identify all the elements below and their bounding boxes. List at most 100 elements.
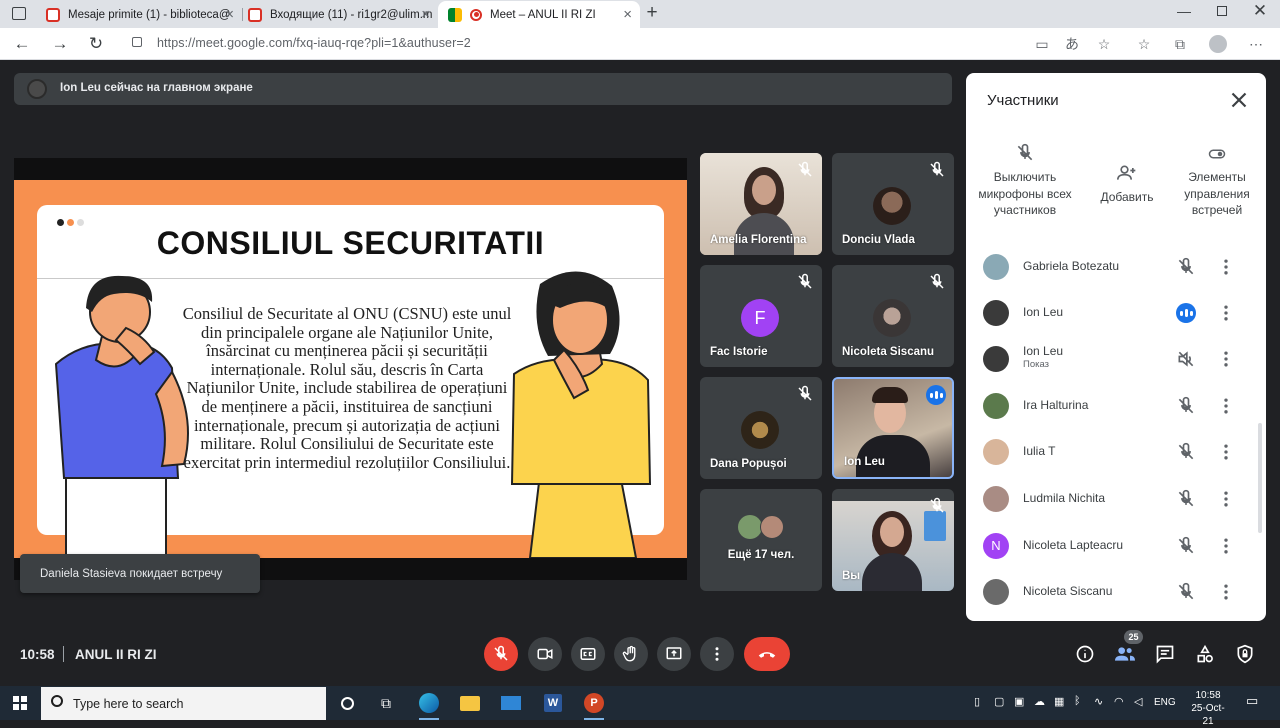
notifications-icon[interactable]: ▭ xyxy=(1246,693,1258,709)
mic-off-icon[interactable] xyxy=(1176,396,1196,416)
address-bar[interactable]: https://meet.google.com/fxq-iauq-rqe?pli… xyxy=(122,30,1122,56)
favorites-icon[interactable]: ☆ xyxy=(1134,34,1154,54)
tray-icon[interactable]: ▣ xyxy=(1014,695,1024,708)
more-vert-icon[interactable] xyxy=(1216,582,1236,602)
cortana-icon[interactable] xyxy=(334,690,360,716)
tab-close-icon[interactable]: × xyxy=(225,6,234,23)
more-vert-icon xyxy=(715,647,719,661)
tray-icon[interactable]: ∿ xyxy=(1094,695,1103,708)
more-vert-icon[interactable] xyxy=(1216,349,1236,369)
avatar xyxy=(983,439,1009,465)
windows-start-icon[interactable] xyxy=(13,696,27,710)
powerpoint-icon[interactable]: P xyxy=(581,690,607,720)
volume-icon[interactable]: ◁ xyxy=(1134,695,1142,708)
participant-row[interactable]: Ion Leu Показ xyxy=(966,336,1266,382)
participant-row[interactable]: Ion Leu xyxy=(966,290,1266,336)
add-favorite-icon[interactable]: ☆ xyxy=(1094,34,1114,54)
participant-tile[interactable]: Nicoleta Siscanu xyxy=(832,265,954,367)
taskbar-clock[interactable]: 10:58 25-Oct-21 xyxy=(1186,689,1230,728)
captions-button[interactable] xyxy=(571,637,605,671)
participant-tile[interactable]: Ion Leu xyxy=(832,377,954,479)
audio-off-icon[interactable] xyxy=(1176,349,1196,369)
task-view-icon[interactable]: ⧉ xyxy=(373,690,399,716)
meeting-controls-button[interactable]: Элементы управления встречей xyxy=(1167,145,1266,219)
participant-row[interactable]: N Nicoleta Lapteacru xyxy=(966,523,1266,569)
raise-hand-button[interactable] xyxy=(614,637,648,671)
mic-off-icon[interactable] xyxy=(1176,257,1196,277)
participant-tile[interactable]: Dana Popușoi xyxy=(700,377,822,479)
forward-icon[interactable]: → xyxy=(48,32,72,56)
more-vert-icon[interactable] xyxy=(1216,489,1236,509)
add-people-button[interactable]: Добавить xyxy=(1077,163,1177,206)
reload-icon[interactable]: ↻ xyxy=(84,32,108,56)
participant-row[interactable]: Ira Halturina xyxy=(966,383,1266,429)
more-vert-icon[interactable] xyxy=(1216,536,1236,556)
tab-close-icon[interactable]: × xyxy=(421,6,430,23)
participant-tile[interactable]: Donciu Vlada xyxy=(832,153,954,255)
mute-all-button[interactable]: Выключить микрофоны всех участников xyxy=(975,143,1075,219)
more-vert-icon[interactable] xyxy=(1216,303,1236,323)
participant-tile[interactable]: F Fac Istorie xyxy=(700,265,822,367)
mic-off-icon[interactable] xyxy=(1176,582,1196,602)
settings-more-icon[interactable]: ⋯ xyxy=(1246,34,1266,54)
more-participants-label: Ещё 17 чел. xyxy=(727,549,795,561)
taskbar-search-box[interactable]: Type here to search xyxy=(41,687,326,720)
word-icon[interactable]: W xyxy=(540,690,566,716)
participant-name: Ion Leu xyxy=(1023,344,1064,358)
close-window-icon[interactable]: ✕ xyxy=(1248,1,1272,21)
profile-avatar[interactable] xyxy=(1208,34,1228,54)
participant-row[interactable]: Nicoleta Siscanu xyxy=(966,569,1266,615)
participant-name: Ion Leu xyxy=(844,456,885,468)
bluetooth-icon[interactable]: ᛒ xyxy=(1074,695,1081,707)
chat-button[interactable] xyxy=(1153,642,1177,666)
tab-mail-1[interactable]: Mesaje primite (1) - biblioteca@ × xyxy=(36,1,242,28)
self-view-tile[interactable]: Вы xyxy=(832,489,954,591)
new-tab-button[interactable]: + xyxy=(640,2,664,24)
back-icon[interactable]: ← xyxy=(10,32,34,56)
present-screen-button[interactable] xyxy=(657,637,691,671)
mic-off-icon[interactable] xyxy=(1176,536,1196,556)
speaking-indicator-icon[interactable] xyxy=(1176,303,1196,323)
lock-icon[interactable] xyxy=(132,37,142,47)
host-controls-button[interactable] xyxy=(1233,642,1257,666)
tray-icon[interactable]: ▦ xyxy=(1054,695,1064,708)
edge-icon[interactable] xyxy=(416,690,442,720)
more-participants-tile[interactable]: Ещё 17 чел. xyxy=(700,489,822,591)
participant-tile[interactable]: Amelia Florentina xyxy=(700,153,822,255)
participant-row[interactable]: Gabriela Botezatu xyxy=(966,244,1266,290)
mic-off-icon[interactable] xyxy=(1176,489,1196,509)
microphone-button[interactable] xyxy=(484,637,518,671)
leave-call-button[interactable] xyxy=(744,637,790,671)
search-icon xyxy=(51,695,63,707)
language-indicator[interactable]: ENG xyxy=(1154,697,1176,708)
wifi-icon[interactable]: ◠ xyxy=(1114,695,1124,708)
meeting-details-button[interactable] xyxy=(1073,642,1097,666)
mic-off-icon[interactable] xyxy=(1176,442,1196,462)
maximize-icon[interactable] xyxy=(1210,3,1234,19)
tray-icon[interactable]: ▯ xyxy=(974,695,980,708)
people-button[interactable] xyxy=(1113,642,1137,666)
camera-button[interactable] xyxy=(528,637,562,671)
participant-row[interactable]: Ludmila Nichita xyxy=(966,476,1266,522)
close-icon[interactable] xyxy=(1226,87,1252,113)
activities-button[interactable] xyxy=(1193,642,1217,666)
tab-close-icon[interactable]: × xyxy=(623,6,632,23)
onedrive-icon[interactable]: ☁ xyxy=(1034,695,1045,708)
participant-row[interactable]: Iulia T xyxy=(966,429,1266,475)
panel-scrollbar[interactable] xyxy=(1258,423,1262,533)
camera-permission-icon[interactable]: ▭ xyxy=(1032,34,1052,54)
file-explorer-icon[interactable] xyxy=(457,690,483,716)
more-vert-icon[interactable] xyxy=(1216,257,1236,277)
tab-mail-2[interactable]: Входящие (11) - ri1gr2@ulim.m × xyxy=(238,1,438,28)
mic-off-icon xyxy=(798,161,812,177)
more-options-button[interactable] xyxy=(700,637,734,671)
minimize-icon[interactable]: — xyxy=(1172,3,1196,19)
tray-icon[interactable]: ▢ xyxy=(994,695,1004,708)
tab-actions-icon[interactable] xyxy=(12,7,26,20)
more-vert-icon[interactable] xyxy=(1216,396,1236,416)
mail-icon[interactable] xyxy=(498,690,524,716)
more-vert-icon[interactable] xyxy=(1216,442,1236,462)
translate-icon[interactable]: あ xyxy=(1062,34,1082,54)
collections-icon[interactable]: ⧉ xyxy=(1170,34,1190,54)
tab-meet[interactable]: Meet – ANUL II RI ZI × xyxy=(438,1,640,28)
